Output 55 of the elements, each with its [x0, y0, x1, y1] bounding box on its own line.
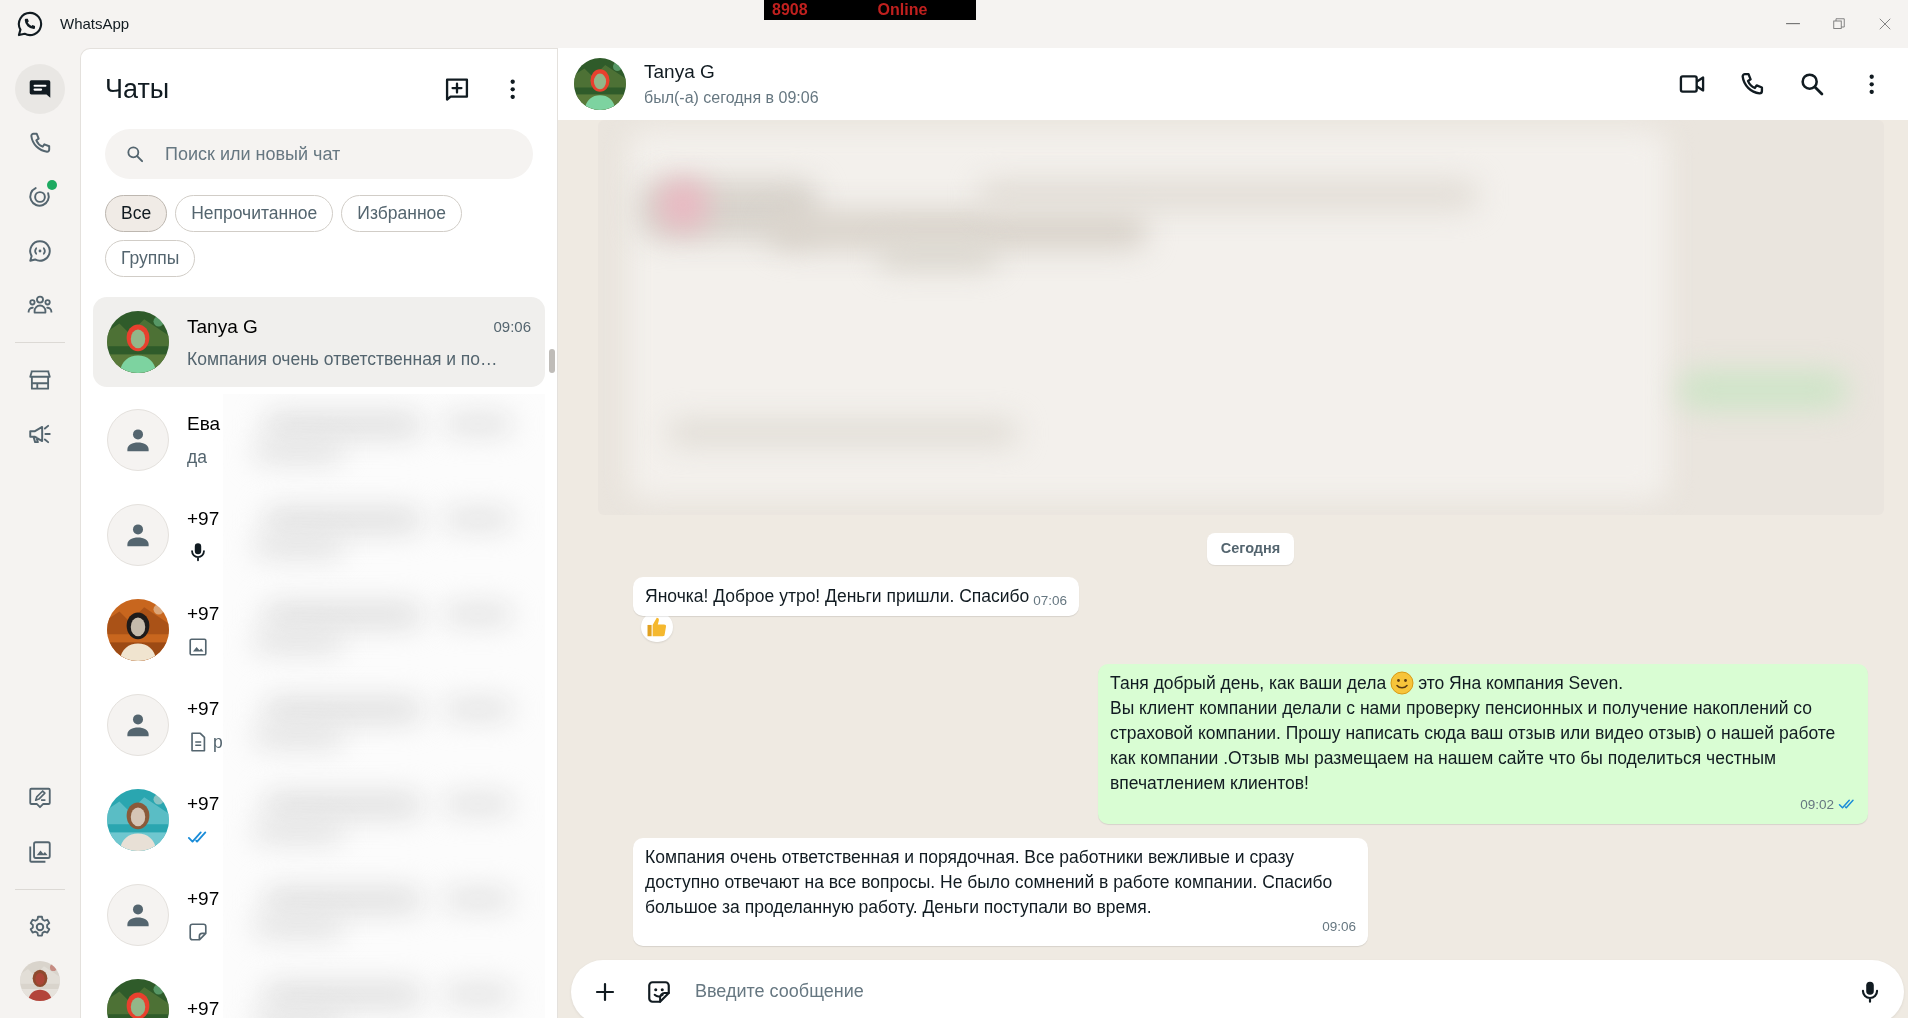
- message-input-field[interactable]: Введите сообщение: [693, 976, 1836, 1007]
- scrollbar-thumb: [549, 349, 555, 373]
- filter-chip[interactable]: Избранное: [341, 195, 463, 232]
- contact-name: +97: [187, 507, 220, 532]
- note-edit-icon: [27, 785, 53, 811]
- message-time: 09:06: [1322, 917, 1356, 936]
- menu-icon: [1869, 73, 1875, 95]
- contact-name: Ева: [187, 412, 221, 437]
- chat-bubble-icon: [27, 238, 53, 264]
- counter-text: 8908: [771, 0, 808, 20]
- minimize-icon: [1786, 23, 1800, 25]
- search-input[interactable]: Поиск или новый чат: [163, 139, 513, 169]
- sidebar-button[interactable]: [15, 64, 65, 114]
- filter-chip[interactable]: Все: [105, 195, 168, 232]
- filter-chip[interactable]: Непрочитанное: [175, 195, 334, 232]
- sticker-icon: [646, 978, 672, 1005]
- search-icon: [125, 144, 145, 164]
- last-seen-text: был(-а) сегодня в 09:06: [644, 88, 819, 109]
- contact-name: +97: [187, 997, 220, 1018]
- contact-name: +97: [187, 602, 220, 627]
- thumbs-up-icon: [647, 616, 667, 637]
- gallery-icon: [27, 839, 53, 865]
- message-time: 07:06: [1033, 591, 1068, 610]
- search-bar[interactable]: Поиск или новый чат: [105, 129, 533, 179]
- message-text: Яночка! Доброе утро! Деньги пришли. Спасибо: [645, 584, 1030, 608]
- contact-name: +97: [187, 887, 220, 912]
- filter-chip[interactable]: Группы: [105, 240, 196, 277]
- message-text: Вы клиент компании делали с нами проверку пенсионных и получение накоплений со страховой компании. Прошу написать сюда ваш отзыв или видео отзыв) о нашей работе как компании .Отзыв мы размещаем на нашем сайте что бы поделиться честным впечатлением клиентов!: [1110, 696, 1837, 795]
- phone-icon: [27, 130, 53, 156]
- message-text: Компания очень ответственная и порядочная. Все работники вежливые и сразу доступно отвечают на все вопросы. Не было сомнений в работе компании. Спасибо большое за проделанную работу. Деньги поступали во время.: [645, 845, 1334, 919]
- message-preview: да: [187, 445, 207, 469]
- status-text: Online: [877, 0, 928, 20]
- chat-list-item[interactable]: Tanya G 09:06 Компания очень ответственная и по…: [93, 297, 545, 387]
- contact-name: +97: [187, 697, 220, 722]
- status-icon: [27, 184, 53, 210]
- message-text: это Яна компания Seven.: [1418, 671, 1624, 695]
- panel-title: Чаты: [105, 72, 170, 106]
- message-text: Таня добрый день, как ваши дела: [1110, 671, 1387, 695]
- contact-name: Tanya G: [187, 314, 258, 339]
- search-icon: [1798, 70, 1826, 98]
- date-divider: Сегодня: [1206, 533, 1295, 565]
- contact-name: +97: [187, 792, 220, 817]
- contact-name: Tanya G: [644, 59, 716, 84]
- message-preview: Компания очень ответственная и по…: [187, 348, 498, 372]
- menu-icon: [510, 78, 516, 100]
- message-time: 09:02: [1800, 795, 1834, 814]
- message-time: 09:06: [493, 316, 531, 337]
- window-title: WhatsApp: [60, 13, 130, 34]
- store-icon: [27, 367, 53, 393]
- settings-icon: [27, 914, 53, 940]
- unread-dot: [47, 180, 57, 190]
- composer-bar[interactable]: Введите сообщение: [571, 959, 1904, 1018]
- whatsapp-logo-icon: [16, 10, 44, 38]
- message-preview: р: [213, 730, 223, 754]
- smiley-emoji-icon: [1390, 671, 1415, 696]
